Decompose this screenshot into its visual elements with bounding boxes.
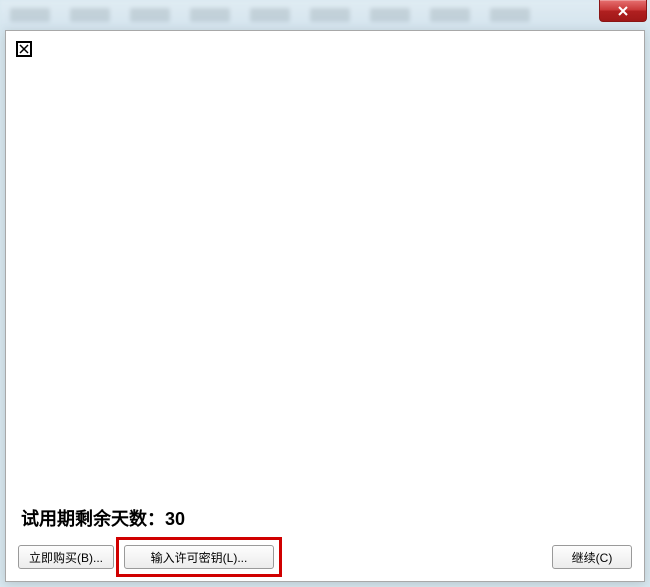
blur-menu-item [430,8,470,22]
dialog-content-area: 试用期剩余天数：30 立即购买(B)... 输入许可密钥(L)... 继续(C) [6,31,644,581]
continue-button[interactable]: 继续(C) [552,545,632,569]
blur-menu-item [310,8,350,22]
blur-menu-item [130,8,170,22]
dialog-button-bar: 立即购买(B)... 输入许可密钥(L)... 继续(C) [18,545,632,569]
blur-menu-item [10,8,50,22]
blur-menu-item [490,8,530,22]
background-menu-bar [0,0,650,30]
window-close-button[interactable] [599,0,647,22]
trial-days-remaining-text: 试用期剩余天数：30 [21,505,185,531]
blur-menu-item [70,8,110,22]
blur-menu-item [250,8,290,22]
blur-menu-item [370,8,410,22]
close-icon [617,6,629,16]
enter-license-button[interactable]: 输入许可密钥(L)... [124,545,274,569]
blur-menu-item [190,8,230,22]
trial-dialog: 试用期剩余天数：30 立即购买(B)... 输入许可密钥(L)... 继续(C) [5,30,645,582]
buy-now-button[interactable]: 立即购买(B)... [18,545,114,569]
